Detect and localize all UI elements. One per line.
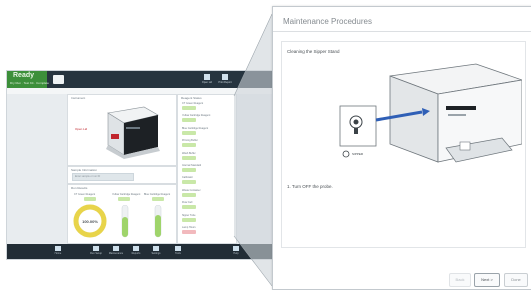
instrument-illustration — [339, 63, 522, 163]
procedure-subtitle: Cleaning the Sipper Stand — [287, 49, 340, 54]
callout-label: SIPPER — [352, 152, 364, 156]
procedure-panel: Cleaning the Sipper Stand SIPPER 1. Turn… — [281, 41, 526, 248]
done-button[interactable]: Done — [504, 273, 528, 287]
maintenance-dialog: Maintenance Procedures Cleaning the Sipp… — [272, 6, 531, 290]
dialog-title: Maintenance Procedures — [283, 17, 372, 26]
procedure-step: 1. Turn OFF the probe. — [287, 184, 333, 189]
dialog-divider — [273, 31, 531, 32]
next-button[interactable]: Next > — [474, 273, 500, 287]
back-button[interactable]: Back — [449, 273, 471, 287]
